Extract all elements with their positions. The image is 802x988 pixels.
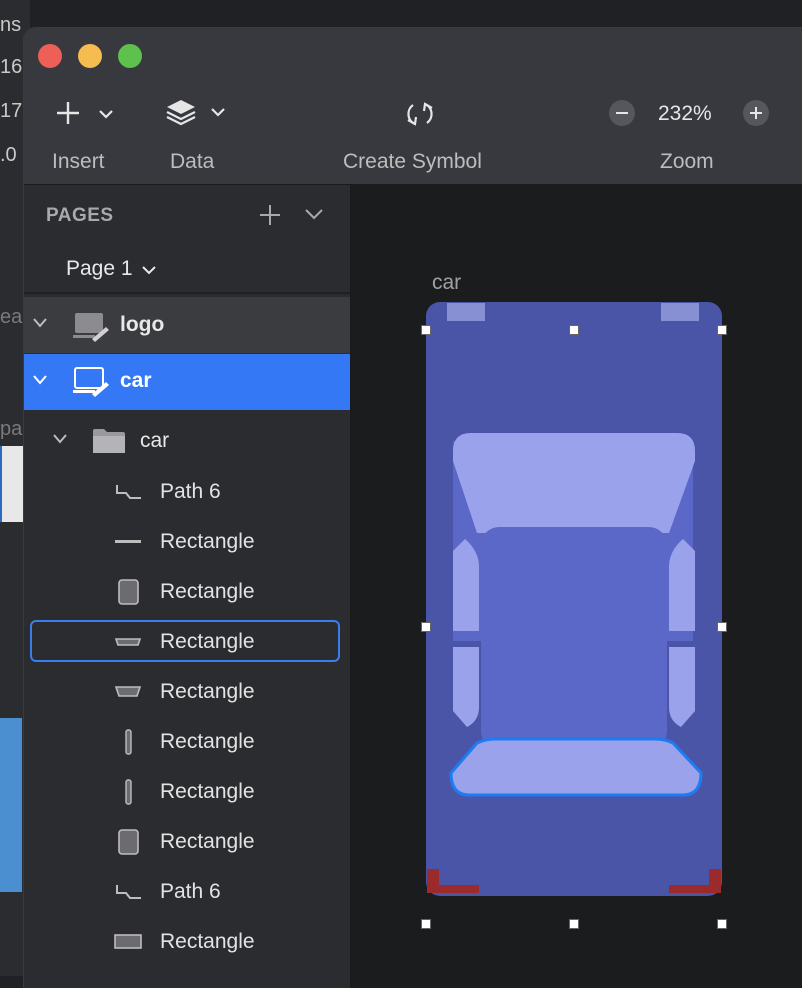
flat-rect-icon	[114, 638, 142, 646]
resize-handle[interactable]	[717, 622, 727, 632]
thin-rect-icon	[125, 729, 132, 755]
artboard-icon	[73, 313, 109, 342]
bg-text: .0	[0, 144, 17, 166]
minimize-window-button[interactable]	[78, 44, 102, 68]
layer-item[interactable]: Rectangle	[24, 667, 350, 717]
chevron-down-icon	[53, 434, 67, 444]
zoom-value: 232%	[658, 102, 712, 125]
insert-button[interactable]	[54, 98, 118, 128]
layer-label: Rectangle	[160, 780, 255, 803]
resize-handle[interactable]	[569, 325, 579, 335]
rect-icon	[118, 829, 139, 855]
plus-icon	[260, 205, 280, 225]
car-artboard[interactable]	[425, 301, 723, 897]
headlight[interactable]	[447, 303, 485, 321]
plus-icon	[57, 102, 113, 124]
artboard-icon	[73, 367, 109, 397]
pages-header: PAGES	[46, 205, 114, 226]
layer-group-car[interactable]: car	[24, 415, 350, 465]
rear-window-selected[interactable]	[449, 737, 703, 797]
path-icon	[116, 885, 141, 899]
bg-text: pa	[0, 418, 23, 440]
side-window[interactable]	[453, 647, 479, 727]
chevron-down-icon	[305, 209, 323, 220]
resize-handle[interactable]	[717, 325, 727, 335]
path-icon	[116, 485, 141, 499]
folder-icon	[93, 429, 125, 453]
page-selector[interactable]: Page 1	[66, 257, 133, 281]
bg-text: 16	[0, 56, 23, 78]
layer-label: Rectangle	[160, 630, 255, 653]
resize-handle[interactable]	[421, 325, 431, 335]
bg-thumbnail	[0, 718, 22, 892]
windshield[interactable]	[453, 433, 695, 533]
resize-handle[interactable]	[569, 919, 579, 929]
headlight[interactable]	[661, 303, 699, 321]
bg-thumbnail	[0, 446, 24, 522]
zoom-in-button[interactable]	[743, 100, 769, 126]
bg-text: ns	[0, 14, 22, 36]
layer-item[interactable]: Rectangle	[24, 567, 350, 617]
layer-item[interactable]: Rectangle	[24, 717, 350, 767]
artboard-label[interactable]: car	[432, 271, 461, 295]
layer-label: Rectangle	[160, 830, 255, 853]
bg-text: ea	[0, 306, 23, 328]
thin-rect-icon	[125, 779, 132, 805]
layer-item[interactable]: Rectangle	[24, 817, 350, 867]
insert-label: Insert	[52, 150, 105, 173]
layers-icon	[166, 100, 225, 126]
refresh-icon	[407, 102, 433, 126]
create-symbol-button[interactable]	[404, 98, 436, 130]
toolbar: Insert Data Create Symbol 232% Zoom	[24, 28, 802, 185]
layer-item[interactable]: Path 6	[24, 467, 350, 517]
line-rect-icon	[115, 540, 141, 543]
data-label: Data	[170, 150, 215, 173]
data-button[interactable]	[164, 96, 230, 130]
create-symbol-label: Create Symbol	[343, 150, 482, 173]
chevron-down-icon	[33, 375, 47, 385]
layer-label: Rectangle	[160, 680, 255, 703]
rect-icon	[118, 579, 139, 605]
roof[interactable]	[481, 527, 667, 749]
layer-label: logo	[120, 313, 165, 336]
layers-sidebar: PAGES Page 1 logo car car Path 6 Rectang…	[24, 185, 351, 988]
plus-icon	[750, 107, 762, 119]
canvas[interactable]: car	[351, 185, 802, 988]
bg-text: 17	[0, 100, 23, 122]
divider	[24, 292, 350, 294]
wide-rect-icon	[114, 934, 142, 949]
resize-handle[interactable]	[717, 919, 727, 929]
layer-symbol-car[interactable]: car	[24, 354, 350, 410]
layer-item[interactable]: Path 6	[24, 867, 350, 917]
side-window[interactable]	[669, 647, 695, 727]
minus-icon	[616, 112, 628, 114]
chevron-down-icon	[142, 266, 156, 275]
layer-label: Rectangle	[160, 730, 255, 753]
sketch-window: Insert Data Create Symbol 232% Zoom PAGE…	[24, 28, 802, 988]
side-window[interactable]	[453, 539, 479, 631]
layer-label: Path 6	[160, 880, 221, 903]
layer-label: Rectangle	[160, 930, 255, 953]
collapse-pages-button[interactable]	[304, 207, 324, 226]
layer-item[interactable]: Rectangle	[24, 767, 350, 817]
side-window[interactable]	[669, 539, 695, 631]
trapezoid-icon	[114, 686, 142, 697]
chevron-down-icon	[33, 318, 47, 328]
zoom-label: Zoom	[660, 150, 714, 173]
layer-item[interactable]: Rectangle	[24, 617, 350, 667]
layer-item[interactable]: Rectangle	[24, 517, 350, 567]
layer-label: car	[140, 429, 170, 452]
layer-label: Rectangle	[160, 580, 255, 603]
layer-label: Path 6	[160, 480, 221, 503]
zoom-out-button[interactable]	[609, 100, 635, 126]
add-page-button[interactable]	[258, 203, 282, 232]
layer-label: car	[120, 369, 152, 392]
zoom-window-button[interactable]	[118, 44, 142, 68]
layer-symbol-logo[interactable]: logo	[24, 297, 350, 353]
layer-item[interactable]: Rectangle	[24, 917, 350, 967]
resize-handle[interactable]	[421, 919, 431, 929]
close-window-button[interactable]	[38, 44, 62, 68]
resize-handle[interactable]	[421, 622, 431, 632]
layer-label: Rectangle	[160, 530, 255, 553]
